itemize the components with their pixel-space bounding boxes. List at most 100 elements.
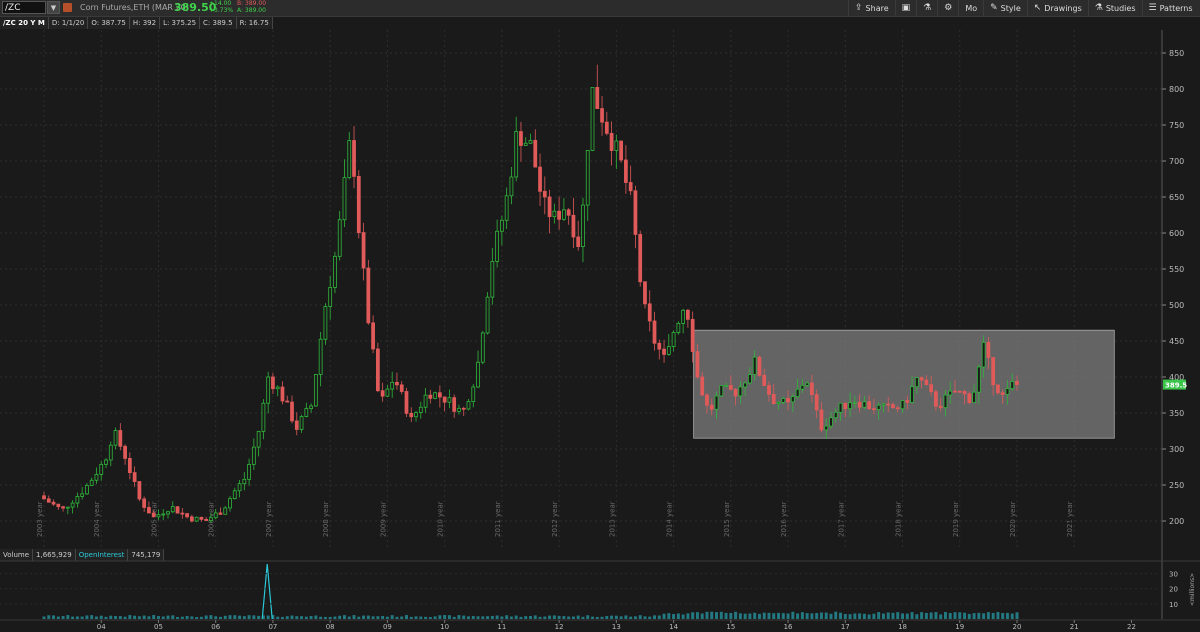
candle-body — [347, 140, 352, 179]
candle-body — [552, 210, 557, 218]
candle-body — [910, 386, 914, 403]
candle-body — [528, 139, 533, 144]
volume-bar — [166, 615, 170, 619]
volume-bar — [681, 614, 685, 619]
candle-body — [857, 401, 862, 408]
candle-body — [571, 214, 576, 238]
volume-bar — [228, 615, 232, 619]
volume-bar — [366, 615, 370, 619]
volume-bar — [920, 612, 924, 619]
candle-body — [581, 204, 585, 247]
time-tick-label: 17 — [841, 623, 850, 631]
candle-body — [600, 108, 604, 123]
volume-bar — [586, 615, 590, 619]
volume-bar — [676, 613, 680, 619]
price-chart[interactable]: 2003 year 2004 year 2005 year 2006 year 2007… — [0, 0, 1200, 632]
volume-bar — [877, 612, 881, 619]
volume-bar — [591, 616, 594, 619]
volume-bar — [61, 616, 65, 619]
volume-bar — [738, 613, 742, 619]
volume-bar — [199, 616, 203, 619]
volume-bar — [428, 616, 432, 619]
candle-body — [1015, 381, 1019, 385]
volume-bar — [94, 616, 98, 619]
candle-body — [113, 430, 118, 446]
candle-body — [123, 445, 127, 459]
candle-body — [433, 392, 437, 399]
candle-body — [986, 341, 991, 358]
volume-bar — [724, 612, 728, 619]
candle-body — [867, 401, 872, 410]
candle-body — [104, 459, 108, 465]
candle-body — [671, 332, 676, 347]
volume-bar — [447, 615, 451, 619]
candle-body — [614, 140, 619, 151]
volume-bar — [905, 613, 909, 619]
volume-bar — [643, 616, 647, 619]
price-tick-label: 350 — [1169, 409, 1184, 418]
year-tick-label: 2009 year — [379, 501, 387, 537]
price-tick-label: 250 — [1169, 481, 1184, 490]
volume-bar — [786, 613, 790, 619]
volume-bar — [52, 615, 56, 619]
candle-body — [94, 474, 99, 481]
volume-bar — [672, 614, 676, 619]
volume-bar — [99, 615, 103, 619]
candle-body — [590, 87, 595, 151]
candle-body — [328, 287, 333, 307]
volume-bar — [729, 612, 733, 619]
volume-bar — [438, 615, 442, 619]
candle-body — [375, 348, 380, 392]
volume-bar — [400, 616, 404, 619]
volume-bar — [443, 615, 447, 619]
candle-body — [595, 87, 600, 109]
candle-body — [709, 404, 714, 410]
volume-bar — [376, 616, 380, 619]
candle-body — [380, 390, 385, 397]
volume-bar — [218, 616, 222, 619]
candle-body — [776, 401, 781, 405]
volume-bar — [633, 616, 637, 619]
volume-bar — [705, 611, 709, 619]
candle-body — [175, 506, 180, 514]
candle-body — [56, 503, 61, 508]
price-tick-label: 500 — [1169, 301, 1184, 310]
candle-body — [876, 404, 881, 410]
candle-body — [495, 230, 499, 262]
candle-body — [132, 472, 137, 482]
volume-bar — [1010, 613, 1014, 619]
candle-body — [690, 318, 695, 352]
highlight-range-box — [693, 329, 1115, 439]
candle-body — [404, 391, 409, 414]
candle-body — [318, 338, 323, 375]
candle-body — [256, 430, 261, 448]
volume-bar — [695, 612, 699, 619]
candle-body — [309, 405, 313, 409]
volume-bar — [834, 611, 838, 619]
candle-body — [542, 190, 547, 198]
volume-bar — [963, 612, 967, 619]
volume-bar — [123, 616, 127, 619]
candle-body — [251, 446, 256, 465]
candle-body — [423, 394, 428, 408]
volume-bar — [424, 616, 428, 619]
candle-body — [795, 388, 800, 398]
volume-bar — [519, 616, 523, 619]
candle-body — [399, 384, 404, 392]
candle-body — [299, 416, 304, 430]
volume-bar — [653, 615, 656, 619]
volume-bar — [185, 616, 189, 619]
volume-bar — [896, 612, 900, 619]
candle-body — [914, 377, 919, 388]
volume-bar — [371, 616, 375, 619]
volume-bar — [214, 616, 218, 619]
volume-bar — [762, 612, 766, 619]
candle-body — [89, 479, 94, 486]
volume-bar — [567, 616, 571, 619]
volume-bar — [781, 613, 785, 619]
volume-bar — [757, 613, 761, 619]
volume-bar — [223, 615, 227, 619]
volume-bar — [886, 612, 890, 619]
volume-bar — [967, 613, 971, 619]
candle-body — [313, 374, 318, 407]
